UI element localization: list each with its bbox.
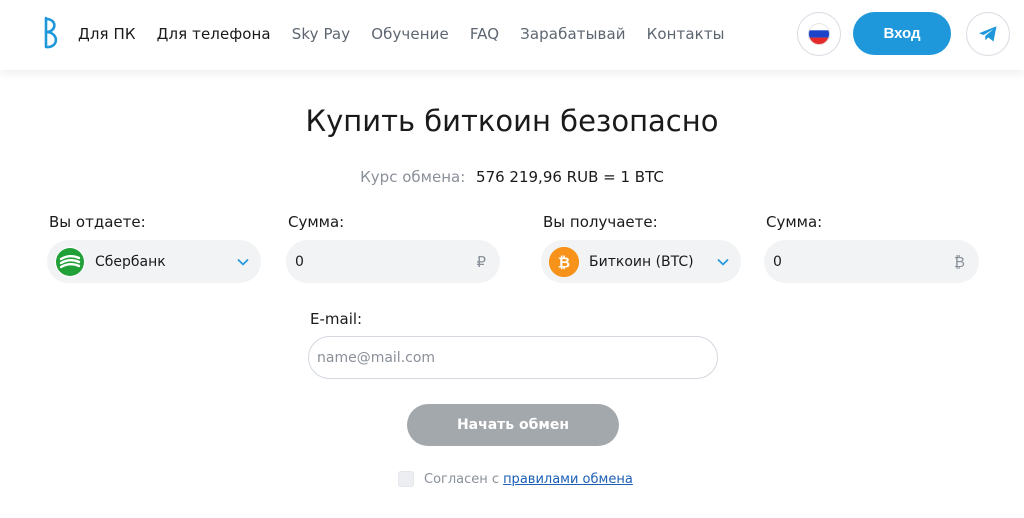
give-amount-label: Сумма:: [288, 213, 345, 231]
nav-link-earn[interactable]: Зарабатывай: [520, 25, 625, 43]
chevron-down-icon: [237, 258, 249, 266]
give-label: Вы отдаете:: [49, 213, 146, 231]
bitcoin-icon: ₿: [549, 246, 579, 277]
telegram-button[interactable]: [966, 12, 1010, 56]
russia-flag-icon: [808, 23, 830, 45]
email-field[interactable]: [308, 336, 718, 379]
language-button[interactable]: [797, 12, 841, 56]
get-label: Вы получаете:: [543, 213, 658, 231]
exchange-rate: Курс обмена: 576 219,96 RUB = 1 BTC: [0, 168, 1024, 186]
nav-link-phone[interactable]: Для телефона: [157, 25, 271, 43]
page-title: Купить биткоин безопасно: [305, 104, 719, 138]
start-exchange-button[interactable]: Начать обмен: [407, 404, 619, 446]
exchange-rate-value: 576 219,96 RUB = 1 BTC: [476, 168, 664, 186]
nav-link-pc[interactable]: Для ПК: [78, 25, 136, 43]
chevron-down-icon: [717, 258, 729, 266]
header: Для ПК Для телефона Sky Pay Обучение FAQ…: [0, 0, 1024, 70]
get-amount-value: 0: [773, 253, 782, 270]
get-method-value: Биткоин (BTC): [589, 253, 694, 270]
nav-link-learning[interactable]: Обучение: [371, 25, 449, 43]
exchange-rate-label: Курс обмена:: [360, 168, 466, 186]
email-label: E-mail:: [310, 310, 363, 328]
main-nav: Для ПК Для телефона Sky Pay Обучение FAQ…: [78, 0, 746, 68]
get-method-select[interactable]: ₿ Биткоин (BTC): [541, 240, 741, 283]
bitcoin-currency-icon: ₿: [953, 252, 965, 271]
give-amount-value: 0: [295, 253, 304, 270]
terms-checkbox[interactable]: [398, 471, 414, 487]
telegram-icon: [979, 26, 997, 42]
logo-icon[interactable]: [40, 16, 62, 50]
terms-link[interactable]: правилами обмена: [503, 472, 633, 487]
svg-text:₿: ₿: [558, 253, 570, 271]
login-button[interactable]: Вход: [853, 12, 951, 55]
ruble-icon: ₽: [476, 252, 486, 271]
give-amount-input[interactable]: 0 ₽: [286, 240, 500, 283]
get-amount-label: Сумма:: [766, 213, 823, 231]
sberbank-icon: [55, 246, 85, 277]
nav-link-skypay[interactable]: Sky Pay: [292, 25, 350, 43]
give-method-value: Сбербанк: [95, 253, 166, 270]
get-amount-input[interactable]: 0 ₿: [764, 240, 979, 283]
give-method-select[interactable]: Сбербанк: [47, 240, 261, 283]
terms-text: Согласен с: [424, 471, 500, 487]
terms-agreement: Согласен с правилами обмена: [398, 470, 633, 488]
nav-link-faq[interactable]: FAQ: [470, 25, 499, 43]
nav-link-contacts[interactable]: Контакты: [647, 25, 725, 43]
